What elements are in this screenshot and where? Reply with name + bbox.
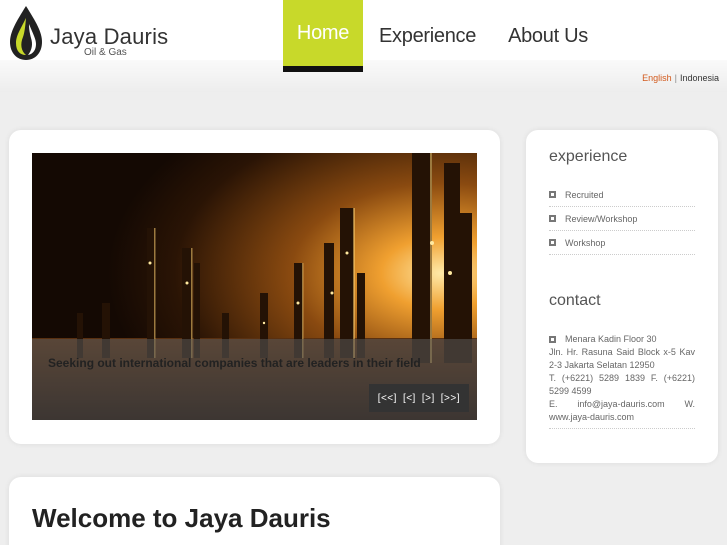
contact-line-6[interactable]: E. info@jaya-dauris.com W. [549,398,695,411]
contact-line-3: 2-3 Jakarta Selatan 12950 [549,360,655,370]
brand-subtitle: Oil & Gas [84,47,127,58]
slider-first-button[interactable]: [<<] [378,393,397,404]
contact-line-4: T. (+6221) 5289 1839 F. (+6221) [549,373,695,383]
logo[interactable]: Jaya Dauris Oil & Gas [6,4,168,62]
experience-item-label: Review/Workshop [565,213,638,224]
nav-item-about-us[interactable]: About Us [492,0,604,72]
contact-divider [549,428,695,429]
experience-list: Recruited Review/Workshop Workshop [549,183,695,255]
contact-line-2: Jln. Hr. Rasuna Said Block x-5 Kav [549,347,695,357]
slider-prev-button[interactable]: [<] [403,393,416,404]
language-separator: | [674,73,677,83]
slide-caption-bar: Seeking out international companies that… [32,339,477,420]
main-nav: Home Experience About Us [283,0,604,72]
square-bullet-icon [549,191,556,198]
welcome-card: Welcome to Jaya Dauris [9,477,500,545]
experience-item-label: Workshop [565,237,606,248]
slider-controls: [<<] [<] [>] [>>] [368,384,469,412]
nav-item-experience[interactable]: Experience [363,0,492,72]
slider-card: Seeking out international companies that… [9,130,500,444]
site-header: Jaya Dauris Oil & Gas Home Experience Ab… [0,0,727,92]
slider-next-button[interactable]: [>] [422,393,435,404]
nav-item-home[interactable]: Home [283,0,363,72]
language-english-link[interactable]: English [642,73,672,83]
contact-line-1: Menara Kadin Floor 30 [565,334,657,344]
slider-last-button[interactable]: [>>] [441,393,460,404]
contact-website-link[interactable]: www.jaya-dauris.com [549,411,695,424]
language-indonesia-link[interactable]: Indonesia [680,73,719,83]
experience-heading: experience [549,148,628,165]
square-bullet-icon [549,336,556,343]
square-bullet-icon [549,239,556,246]
experience-item-label: Recruited [565,189,604,200]
experience-item-recruited[interactable]: Recruited [549,183,695,207]
square-bullet-icon [549,215,556,222]
contact-heading: contact [549,292,601,309]
slideshow: Seeking out international companies that… [32,153,477,420]
sidebar-card: experience Recruited Review/Workshop Wor… [526,130,718,463]
flame-drop-logo-icon [10,6,42,60]
contact-info: Menara Kadin Floor 30 Jln. Hr. Rasuna Sa… [549,333,695,424]
language-switcher: English | Indonesia [642,73,719,83]
experience-item-review-workshop[interactable]: Review/Workshop [549,207,695,231]
experience-item-workshop[interactable]: Workshop [549,231,695,255]
welcome-title: Welcome to Jaya Dauris [32,503,331,533]
slide-caption: Seeking out international companies that… [48,356,421,370]
contact-address-row: Menara Kadin Floor 30 [549,333,695,346]
contact-line-5: 5299 4599 [549,386,592,396]
